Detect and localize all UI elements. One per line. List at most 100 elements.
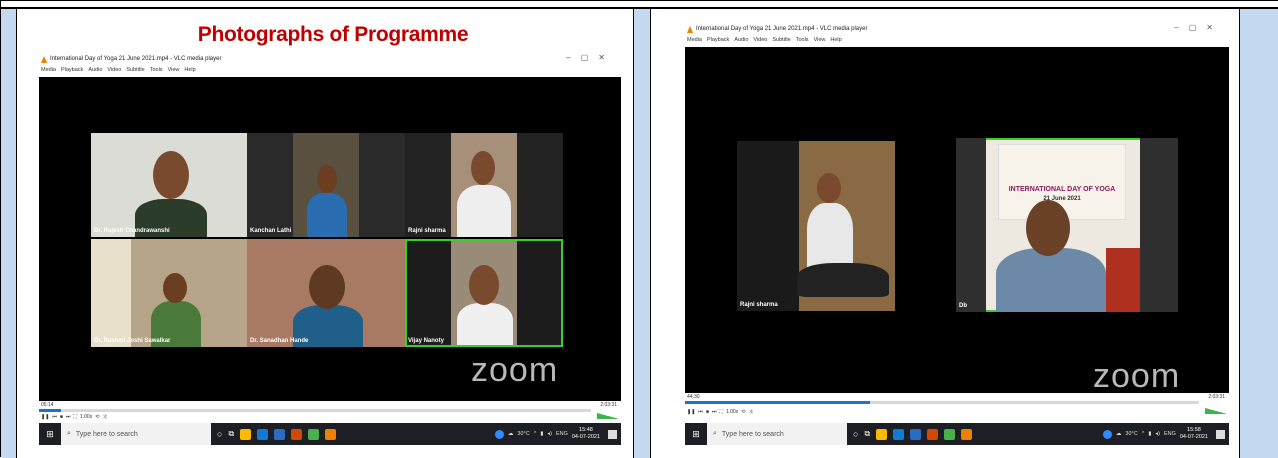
zoom-tray-icon[interactable] bbox=[494, 429, 504, 439]
next-icon[interactable]: ⏭ bbox=[66, 414, 71, 420]
zoom-tray-icon[interactable] bbox=[1102, 429, 1112, 439]
task-view-icon[interactable]: ⧉ bbox=[864, 429, 870, 439]
chrome-icon[interactable] bbox=[944, 428, 956, 440]
speed-label[interactable]: 1.00x bbox=[726, 409, 738, 415]
participant-name: Rajni sharma bbox=[408, 228, 446, 234]
weather-temp: 30°C bbox=[517, 431, 530, 437]
participant-tile: Dr. Sanadhan Hande bbox=[247, 239, 405, 347]
participant-tile: Dr. Rashmi Joshi Sawalkar bbox=[91, 239, 247, 347]
file-explorer-icon[interactable] bbox=[240, 428, 252, 440]
banner-subtitle: 21 June 2021 bbox=[1043, 196, 1081, 202]
menu-audio[interactable]: Audio bbox=[734, 37, 748, 43]
taskbar-clock[interactable]: 15:58 04-07-2021 bbox=[1180, 427, 1208, 441]
file-explorer-icon[interactable] bbox=[876, 428, 888, 440]
language-indicator[interactable]: ENG bbox=[556, 431, 568, 437]
menu-playback[interactable]: Playback bbox=[707, 37, 729, 43]
menu-video[interactable]: Video bbox=[753, 37, 767, 43]
taskbar-apps: ○ ⧉ bbox=[217, 428, 337, 440]
cortana-icon[interactable]: ○ bbox=[853, 429, 858, 439]
volume-slider[interactable] bbox=[1205, 408, 1227, 414]
prev-icon[interactable]: ⏮ bbox=[52, 414, 57, 420]
menu-subtitle[interactable]: Subtitle bbox=[772, 37, 790, 43]
total-time: 2:03:31 bbox=[1208, 394, 1225, 400]
taskbar-search[interactable]: ⌕ Type here to search bbox=[61, 423, 211, 445]
vlc-taskbar-icon[interactable] bbox=[961, 428, 973, 440]
participant-tile-active: INTERNATIONAL DAY OF YOGA 21 June 2021 D… bbox=[956, 138, 1178, 312]
task-view-icon[interactable]: ⧉ bbox=[228, 429, 234, 439]
menu-media[interactable]: Media bbox=[687, 37, 702, 43]
participant-tile: Dr. Rajesh Chandrawanshi bbox=[91, 133, 247, 237]
tray-chevron-icon[interactable]: ^ bbox=[1142, 431, 1145, 437]
edge-icon[interactable] bbox=[257, 428, 269, 440]
video-area[interactable]: Rajni sharma INTERNATIONAL DAY OF YOGA 2… bbox=[685, 47, 1229, 395]
volume-slider[interactable] bbox=[597, 413, 619, 419]
page-heading: Photographs of Programme bbox=[197, 23, 469, 46]
pause-icon[interactable]: ❚❚ bbox=[687, 409, 695, 415]
clock-time: 15:48 bbox=[579, 427, 593, 433]
menu-playback[interactable]: Playback bbox=[61, 67, 83, 73]
participant-tile-active: Vijay Nanoty bbox=[405, 239, 563, 347]
window-title: International Day of Yoga 21 June 2021.m… bbox=[50, 56, 222, 62]
chrome-icon[interactable] bbox=[308, 428, 320, 440]
search-placeholder: Type here to search bbox=[75, 430, 138, 438]
windows-start-icon[interactable]: ⊞ bbox=[685, 423, 707, 445]
fullscreen-icon[interactable]: ⛶ bbox=[719, 409, 723, 415]
notification-icon[interactable] bbox=[608, 429, 617, 439]
menu-media[interactable]: Media bbox=[41, 67, 56, 73]
stop-icon[interactable]: ■ bbox=[706, 409, 709, 415]
clock-date: 04-07-2021 bbox=[571, 434, 600, 440]
taskbar-clock[interactable]: 15:48 04-07-2021 bbox=[572, 427, 600, 441]
window-controls[interactable]: –▢✕ bbox=[1174, 23, 1223, 32]
word-icon[interactable] bbox=[910, 428, 922, 440]
menu-tools[interactable]: Tools bbox=[796, 37, 809, 43]
windows-taskbar: ⊞ ⌕ Type here to search ○ ⧉ ☁ 30°C ^ ▮ ◂… bbox=[39, 423, 621, 445]
weather-temp: 30°C bbox=[1125, 431, 1138, 437]
title-bar: International Day of Yoga 21 June 2021.m… bbox=[685, 23, 1229, 35]
menu-view[interactable]: View bbox=[168, 67, 180, 73]
participant-name: Vijay Nanoty bbox=[408, 338, 444, 344]
menu-subtitle[interactable]: Subtitle bbox=[126, 67, 144, 73]
menu-audio[interactable]: Audio bbox=[88, 67, 102, 73]
stop-icon[interactable]: ■ bbox=[60, 414, 63, 420]
tray-chevron-icon[interactable]: ^ bbox=[534, 431, 537, 437]
speed-label[interactable]: 1.00x bbox=[80, 414, 92, 420]
vlc-cone-icon bbox=[41, 55, 47, 63]
word-icon[interactable] bbox=[274, 428, 286, 440]
menu-help[interactable]: Help bbox=[184, 67, 195, 73]
window-controls[interactable]: –▢✕ bbox=[566, 53, 615, 62]
margin-column-middle bbox=[633, 9, 651, 458]
loop-icon[interactable]: ⟲ bbox=[95, 414, 99, 420]
pause-icon[interactable]: ❚❚ bbox=[41, 414, 49, 420]
language-indicator[interactable]: ENG bbox=[1164, 431, 1176, 437]
menu-video[interactable]: Video bbox=[107, 67, 121, 73]
menu-bar: Media Playback Audio Video Subtitle Tool… bbox=[39, 65, 621, 75]
participant-name: Dr. Sanadhan Hande bbox=[250, 338, 309, 344]
notification-icon[interactable] bbox=[1216, 429, 1225, 439]
windows-start-icon[interactable]: ⊞ bbox=[39, 423, 61, 445]
vlc-taskbar-icon[interactable] bbox=[325, 428, 337, 440]
menu-help[interactable]: Help bbox=[830, 37, 841, 43]
elapsed-time: 05:14 bbox=[41, 402, 54, 408]
taskbar-search[interactable]: ⌕ Type here to search bbox=[707, 423, 847, 445]
cortana-icon[interactable]: ○ bbox=[217, 429, 222, 439]
edge-icon[interactable] bbox=[893, 428, 905, 440]
powerpoint-icon[interactable] bbox=[927, 428, 939, 440]
seek-bar[interactable] bbox=[685, 401, 1199, 404]
loop-icon[interactable]: ⟲ bbox=[741, 409, 745, 415]
video-area[interactable]: Dr. Rajesh Chandrawanshi Kanchan Lathi R… bbox=[39, 77, 621, 401]
shuffle-icon[interactable]: ⤨ bbox=[102, 414, 106, 420]
elapsed-time: 44:30 bbox=[687, 394, 700, 400]
seek-progress bbox=[685, 401, 871, 404]
weather-icon: ☁ bbox=[507, 431, 514, 437]
participant-tile: Kanchan Lathi bbox=[247, 133, 405, 237]
shuffle-icon[interactable]: ⤨ bbox=[748, 409, 752, 415]
participant-name: Dr. Rajesh Chandrawanshi bbox=[94, 228, 170, 234]
menu-tools[interactable]: Tools bbox=[150, 67, 163, 73]
fullscreen-icon[interactable]: ⛶ bbox=[73, 414, 77, 420]
speaker-icon[interactable]: ◂) bbox=[1155, 431, 1160, 437]
speaker-icon[interactable]: ◂) bbox=[547, 431, 552, 437]
menu-view[interactable]: View bbox=[814, 37, 826, 43]
next-icon[interactable]: ⏭ bbox=[712, 409, 717, 415]
powerpoint-icon[interactable] bbox=[291, 428, 303, 440]
prev-icon[interactable]: ⏮ bbox=[698, 409, 703, 415]
